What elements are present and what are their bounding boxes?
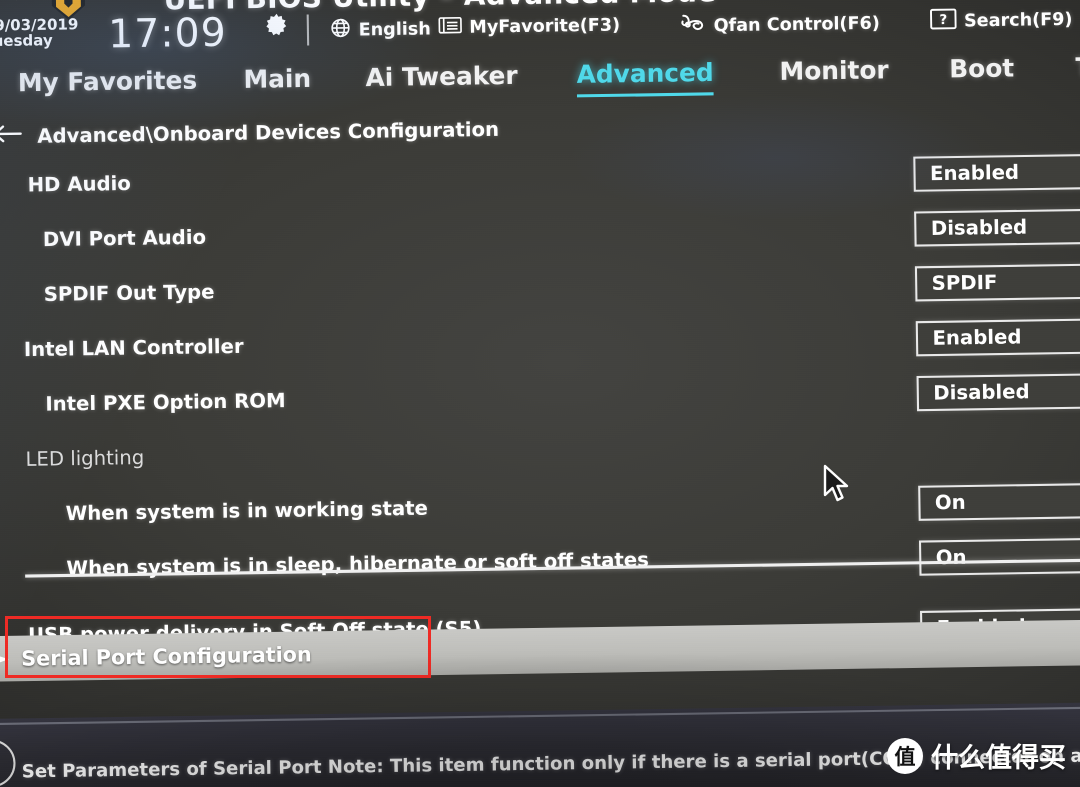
- tab-boot[interactable]: Boot: [949, 54, 1014, 89]
- fan-icon: [679, 12, 706, 40]
- setting-value-hd-audio[interactable]: Enabled: [913, 153, 1080, 192]
- tab-main[interactable]: Main: [243, 64, 311, 99]
- setting-label: DVI Port Audio: [42, 226, 207, 252]
- watermark-text: 什么值得买: [931, 743, 1066, 774]
- watermark-logo: 值: [887, 737, 923, 774]
- annotation-highlight-box: [5, 616, 431, 678]
- tab-my-favorites[interactable]: My Favorites: [18, 66, 198, 103]
- language-selector[interactable]: English: [329, 16, 431, 44]
- setting-label: When system is in working state: [65, 497, 429, 526]
- setting-value-led-sleep-state[interactable]: On: [918, 537, 1080, 576]
- qfan-control-button[interactable]: Qfan Control(F6): [679, 9, 880, 40]
- setting-label: SPDIF Out Type: [43, 280, 215, 307]
- language-label: English: [358, 18, 431, 41]
- date-display: 09/03/2019 Tuesday: [0, 17, 79, 51]
- page-title: UEFI BIOS Utility – Advanced Mode: [163, 0, 716, 17]
- clock-text: 17:09: [107, 9, 228, 57]
- tab-ai-tweaker[interactable]: Ai Tweaker: [365, 61, 518, 97]
- mouse-pointer: [822, 464, 852, 510]
- watermark: 值 什么值得买: [887, 736, 1066, 775]
- globe-icon: [329, 17, 351, 44]
- setting-value-intel-pxe-option-rom[interactable]: Disabled: [916, 373, 1080, 412]
- back-arrow-icon[interactable]: [0, 123, 23, 149]
- myfavorite-label: MyFavorite(F3): [469, 15, 621, 38]
- tab-monitor[interactable]: Monitor: [779, 56, 889, 92]
- info-circle-icon: [0, 739, 16, 787]
- myfavorite-button[interactable]: MyFavorite(F3): [438, 13, 620, 41]
- setting-value-dvi-port-audio[interactable]: Disabled: [914, 208, 1080, 247]
- search-label: Search(F9): [963, 9, 1073, 32]
- gear-icon[interactable]: [263, 13, 290, 44]
- list-icon: [438, 15, 462, 40]
- help-box-icon: ?: [930, 8, 957, 35]
- qfan-label: Qfan Control(F6): [713, 12, 880, 36]
- help-bar-divider: [0, 706, 1080, 726]
- setting-value-spdif-out-type[interactable]: SPDIF: [914, 263, 1080, 302]
- setting-label: Intel LAN Controller: [23, 335, 244, 362]
- weekday-text: Tuesday: [0, 32, 53, 51]
- setting-value-led-working-state[interactable]: On: [918, 482, 1080, 521]
- tab-tool[interactable]: T: [1075, 53, 1080, 87]
- setting-label: HD Audio: [27, 172, 131, 197]
- tab-advanced[interactable]: Advanced: [576, 58, 715, 98]
- setting-group-label: LED lighting: [25, 446, 145, 472]
- header-divider: [306, 14, 310, 46]
- search-button[interactable]: ? Search(F9): [930, 6, 1073, 35]
- breadcrumb-path: Advanced\Onboard Devices Configuration: [37, 117, 500, 148]
- bios-screen: UEFI BIOS Utility – Advanced Mode 09/03/…: [0, 0, 1080, 787]
- svg-text:?: ?: [939, 13, 947, 28]
- settings-list: HD Audio Enabled DVI Port Audio Disabled…: [0, 147, 1080, 667]
- breadcrumb: Advanced\Onboard Devices Configuration: [0, 116, 499, 149]
- setting-label: Intel PXE Option ROM: [45, 389, 286, 416]
- setting-value-intel-lan-controller[interactable]: Enabled: [915, 318, 1080, 357]
